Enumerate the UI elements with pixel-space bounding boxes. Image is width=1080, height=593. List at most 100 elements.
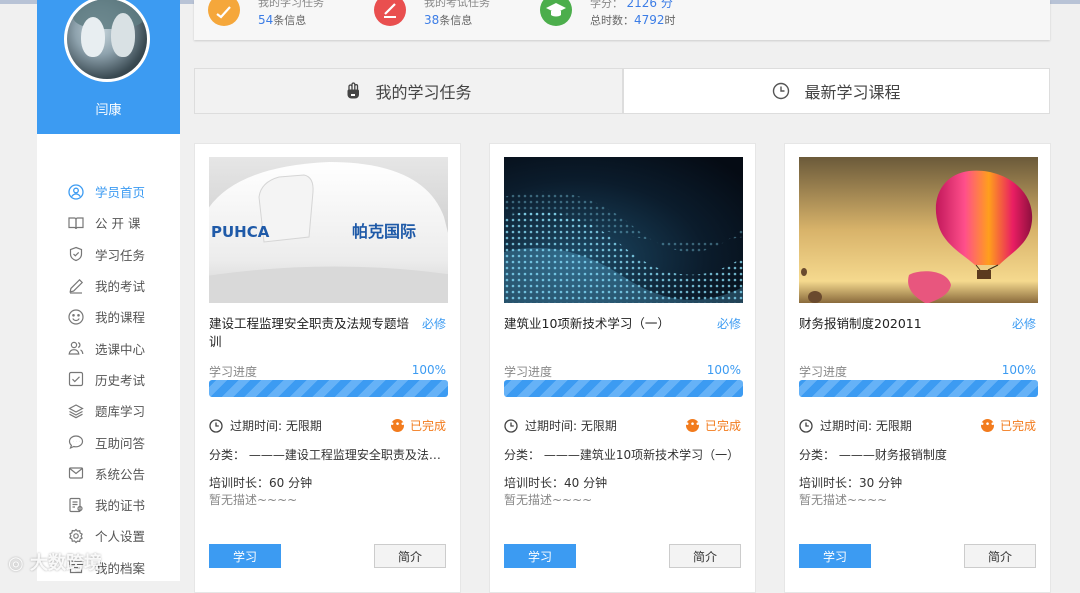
pencil-icon [67, 277, 85, 295]
sidebar-item-label: 我的档案 [95, 560, 146, 576]
sidebar-item-announcements[interactable]: 系统公告 [67, 458, 145, 489]
progress-bar [799, 380, 1038, 397]
course-card[interactable]: 财务报销制度202011 必修 学习进度 100% 过期时间: 无限期 ••• 已… [784, 143, 1051, 593]
stat-count: 4792 [634, 13, 665, 27]
watermark: ◎ 大数跨境 [8, 549, 102, 575]
description-text: 暂无描述~~~~ [209, 493, 298, 507]
stat-count-suffix: 条信息 [273, 14, 307, 27]
username: 闫康 [95, 103, 122, 118]
sidebar-item-label: 学员首页 [95, 185, 146, 201]
progress-label: 学习进度 [504, 365, 553, 379]
status-text: 已完成 [704, 419, 741, 433]
tab-my-tasks[interactable]: 我的学习任务 [194, 68, 623, 114]
progress-label: 学习进度 [799, 365, 848, 379]
mail-icon [67, 464, 85, 482]
stat-count-line: 54条信息 [258, 12, 306, 28]
sidebar-item-label: 选课中心 [95, 341, 146, 357]
certificate-icon [67, 496, 85, 514]
exam-icon [374, 0, 406, 26]
course-title[interactable]: 建筑业10项新技术学习（一） [504, 315, 704, 333]
sidebar-item-label: 我的考试 [95, 279, 146, 295]
progress-value: 100% [706, 363, 741, 377]
sidebar-item-open-course[interactable]: 公 开 课 [67, 207, 145, 238]
stat-credit-line: 学分： 2126 分 [590, 0, 673, 11]
intro-button[interactable]: 简介 [669, 544, 741, 568]
required-badge: 必修 [1011, 317, 1036, 331]
progress-bar [504, 380, 743, 397]
clock-icon [504, 418, 518, 433]
description-text: 暂无描述~~~~ [504, 493, 593, 507]
status-badge: ••• 已完成 [979, 417, 1036, 434]
sidebar-item-course-center[interactable]: 选课中心 [67, 332, 145, 363]
category-text: 分类： ———建筑业10项新技术学习（一） [504, 448, 740, 462]
check-square-icon [67, 370, 85, 388]
expire-info: 过期时间: 无限期 [799, 417, 912, 434]
learn-button[interactable]: 学习 [799, 544, 871, 568]
expire-text: 过期时间: 无限期 [230, 419, 322, 433]
progress-bar [209, 380, 448, 397]
tab-label: 最新学习课程 [804, 83, 901, 102]
course-thumbnail[interactable] [504, 157, 743, 303]
stat-count-suffix: 时 [664, 14, 676, 27]
sidebar-item-home[interactable]: 学员首页 [67, 176, 145, 207]
course-title[interactable]: 财务报销制度202011 [799, 315, 999, 333]
more-dots-icon: ••• [979, 419, 996, 432]
sidebar-item-qa[interactable]: 互助问答 [67, 426, 145, 457]
users-icon [67, 339, 85, 357]
course-card[interactable]: PUHCA 帕克国际 建设工程监理安全职责及法规专题培训 必修 学习进度 100… [194, 143, 461, 593]
task-icon [208, 0, 240, 26]
helmet-logo-text: PUHCA [211, 223, 270, 241]
status-text: 已完成 [409, 419, 446, 433]
stat-label: 学分： [590, 0, 623, 10]
sidebar-item-certificates[interactable]: 我的证书 [67, 489, 145, 520]
sidebar-item-question-bank[interactable]: 题库学习 [67, 395, 145, 426]
course-thumbnail[interactable]: PUHCA 帕克国际 [209, 157, 448, 303]
stat-credit-value: 2126 分 [626, 0, 673, 10]
course-card[interactable]: 建筑业10项新技术学习（一） 必修 学习进度 100% 过期时间: 无限期 ••… [489, 143, 756, 593]
category-text: 分类： ———财务报销制度 [799, 448, 947, 462]
gear-icon [67, 527, 85, 545]
sidebar-item-label: 互助问答 [95, 435, 146, 451]
status-badge: ••• 已完成 [390, 417, 446, 434]
sidebar-item-exam-history[interactable]: 历史考试 [67, 364, 145, 395]
stat-hours-label: 总时数： [590, 14, 634, 27]
sidebar-item-learning-tasks[interactable]: 学习任务 [67, 239, 145, 270]
learn-button[interactable]: 学习 [209, 544, 281, 568]
learn-button[interactable]: 学习 [504, 544, 576, 568]
course-title[interactable]: 建设工程监理安全职责及法规专题培训 [209, 315, 409, 351]
expire-text: 过期时间: 无限期 [525, 419, 617, 433]
sidebar-item-my-exams[interactable]: 我的考试 [67, 270, 145, 301]
expire-text: 过期时间: 无限期 [820, 419, 912, 433]
stat-count: 54 [258, 13, 274, 27]
user-circle-icon [67, 183, 85, 201]
clock-icon [209, 418, 223, 433]
shield-check-icon [67, 245, 85, 263]
stat-count-suffix: 条信息 [439, 14, 473, 27]
stat-count: 38 [424, 13, 440, 27]
progress-label: 学习进度 [209, 365, 258, 379]
status-badge: ••• 已完成 [684, 417, 741, 434]
helmet-logo-cn-text: 帕克国际 [352, 222, 416, 241]
sidebar-item-my-courses[interactable]: 我的课程 [67, 301, 145, 332]
book-open-icon [67, 214, 85, 232]
clock-icon [772, 82, 790, 100]
sidebar-item-settings[interactable]: 个人设置 [67, 520, 145, 551]
layers-icon [67, 402, 85, 420]
sidebar-item-label: 个人设置 [95, 529, 146, 545]
sidebar-item-label: 学习任务 [95, 247, 146, 263]
graduation-cap-icon [540, 0, 572, 26]
sidebar-item-label: 我的证书 [95, 498, 146, 514]
description-text: 暂无描述~~~~ [799, 493, 888, 507]
avatar[interactable] [64, 0, 150, 82]
course-tabs: 我的学习任务 最新学习课程 [194, 68, 1050, 115]
task-hand-icon [345, 82, 361, 100]
stat-label: 我的考试任务 [424, 0, 490, 9]
sidebar-menu: 学员首页 公 开 课 学习任务 我的考试 我的课程 选课中心 历史考试 题库学习… [67, 176, 145, 583]
stat-count-line: 38条信息 [424, 12, 472, 28]
stat-hours-line: 总时数：4792时 [590, 12, 676, 28]
intro-button[interactable]: 简介 [374, 544, 446, 568]
intro-button[interactable]: 简介 [964, 544, 1036, 568]
tab-latest-courses[interactable]: 最新学习课程 [623, 68, 1050, 114]
more-dots-icon: ••• [684, 419, 701, 432]
course-thumbnail[interactable] [799, 157, 1038, 303]
